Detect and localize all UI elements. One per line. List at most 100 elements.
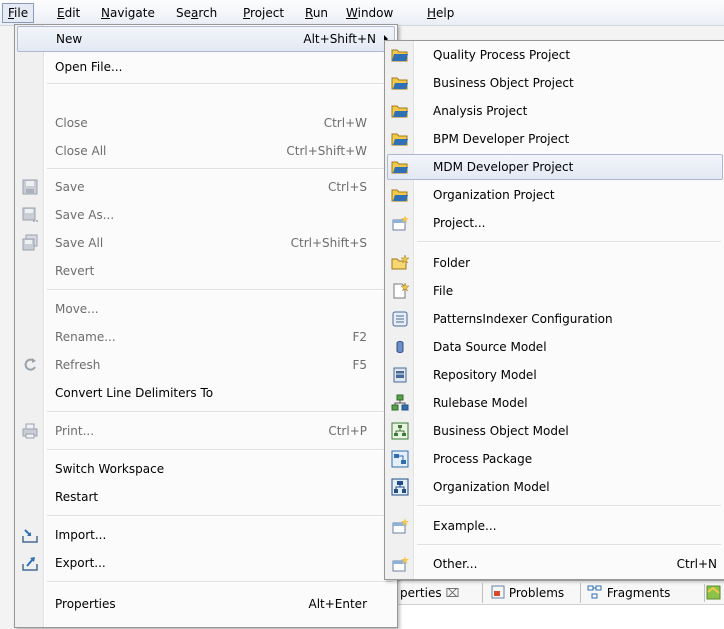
new-item-label: Data Source Model [433, 340, 547, 354]
new-item-patternsindexer-configuration[interactable]: PatternsIndexer Configuration [387, 306, 723, 332]
menu-item-export[interactable]: Export... [17, 550, 395, 576]
new-item-organization-model[interactable]: Organization Model [387, 474, 723, 500]
tab-fragments-label: Fragments [606, 586, 671, 600]
organization-model-icon [391, 478, 409, 496]
menu-window-label: indow [357, 6, 394, 20]
menu-edit-mnemonic: E [57, 6, 65, 20]
new-item-label: Analysis Project [433, 104, 528, 118]
tab-fragments[interactable]: Fragments [580, 583, 670, 603]
export-icon [22, 557, 38, 571]
menu-separator [47, 411, 393, 413]
new-item-rulebase-model[interactable]: Rulebase Model [387, 390, 723, 416]
menu-item-revert[interactable]: Revert [17, 258, 395, 284]
menu-item-save-all[interactable]: Save All Ctrl+Shift+S [17, 230, 395, 256]
menu-run-mnemonic: R [305, 6, 313, 20]
menu-window-mnemonic: W [346, 6, 358, 20]
save-all-icon [22, 234, 38, 251]
menu-help[interactable]: Help [422, 3, 459, 23]
menu-project[interactable]: Project [238, 3, 289, 23]
menu-item-switch-workspace-label: Switch Workspace [55, 462, 165, 476]
new-item-business-object-model[interactable]: Business Object Model [387, 418, 723, 444]
menu-item-rename-shortcut: F2 [352, 330, 367, 344]
menu-run[interactable]: Run [300, 3, 333, 23]
new-item-data-source-model[interactable]: Data Source Model [387, 334, 723, 360]
other-wizard-icon [392, 556, 409, 572]
menu-bar: File Edit Navigate Search Project Run Wi… [0, 0, 724, 26]
problems-icon [491, 585, 505, 599]
new-item-organization-project[interactable]: Organization Project [387, 182, 723, 208]
menu-project-label: roject [250, 6, 285, 20]
project-folder-icon [391, 161, 408, 174]
new-item-process-package[interactable]: Process Package [387, 446, 723, 472]
menu-item-save-as-label: Save As... [55, 208, 115, 222]
menu-item-convert-line-delimiters[interactable]: Convert Line Delimiters To [17, 380, 395, 406]
menu-window[interactable]: Window [341, 3, 398, 23]
menu-item-switch-workspace[interactable]: Switch Workspace [17, 456, 395, 482]
new-item-mdm-developer-project[interactable]: MDM Developer Project [387, 154, 723, 180]
new-item-repository-model[interactable]: Repository Model [387, 362, 723, 388]
tab-problems[interactable]: Problems [482, 583, 564, 603]
menu-item-open-file[interactable]: Open File... [17, 54, 395, 80]
rulebase-icon [391, 394, 409, 411]
menu-item-save-label: Save [55, 180, 85, 194]
menu-item-close-all-shortcut: Ctrl+Shift+W [286, 144, 367, 158]
menu-edit[interactable]: Edit [52, 3, 85, 23]
map-view-icon[interactable] [704, 584, 723, 602]
menu-item-new[interactable]: New Alt+Shift+N [17, 26, 395, 52]
process-package-icon [391, 450, 409, 468]
menu-item-move[interactable]: Move... [17, 296, 395, 322]
menu-item-rename-label: Rename... [55, 330, 116, 344]
save-as-icon [22, 207, 38, 222]
menu-item-properties-shortcut: Alt+Enter [308, 597, 367, 611]
new-item-quality-process-project[interactable]: Quality Process Project [387, 42, 723, 68]
menu-item-properties[interactable]: Properties Alt+Enter [17, 591, 395, 617]
menu-item-close-all-label: Close All [55, 144, 107, 158]
menu-item-save-as[interactable]: Save As... [17, 202, 395, 228]
new-item-label: MDM Developer Project [433, 160, 574, 174]
new-item-folder[interactable]: Folder [387, 250, 723, 276]
menu-navigate[interactable]: Navigate [96, 3, 160, 23]
menu-separator [47, 449, 393, 451]
menu-item-restart[interactable]: Restart [17, 484, 395, 510]
menu-separator [47, 581, 393, 583]
menu-item-print[interactable]: Print... Ctrl+P [17, 418, 395, 444]
configuration-icon [392, 311, 408, 327]
import-icon [22, 529, 38, 543]
menu-item-save-shortcut: Ctrl+S [327, 180, 367, 194]
new-item-label: Folder [433, 256, 471, 270]
menu-item-new-label: New [56, 32, 83, 46]
menu-search-label: rch [198, 6, 218, 20]
project-folder-icon [391, 133, 408, 146]
menu-item-close-all[interactable]: Close All Ctrl+Shift+W [17, 138, 395, 164]
menu-item-refresh[interactable]: Refresh F5 [17, 352, 395, 378]
new-item-bpm-developer-project[interactable]: BPM Developer Project [387, 126, 723, 152]
menu-item-import[interactable]: Import... [17, 522, 395, 548]
menu-item-save-all-shortcut: Ctrl+Shift+S [290, 236, 367, 250]
example-icon [392, 518, 409, 534]
menu-file[interactable]: File [2, 3, 35, 23]
new-item-other[interactable]: Other... Ctrl+N [387, 551, 723, 577]
new-item-business-object-project[interactable]: Business Object Project [387, 70, 723, 96]
new-item-analysis-project[interactable]: Analysis Project [387, 98, 723, 124]
new-item-file[interactable]: File [387, 278, 723, 304]
new-item-label: Process Package [433, 452, 533, 466]
menu-separator [47, 515, 393, 517]
new-item-label: Business Object Model [433, 424, 569, 438]
new-item-project[interactable]: Project... [387, 210, 723, 236]
menu-separator [47, 168, 393, 170]
close-tab-icon[interactable]: ⌧ [445, 586, 459, 600]
project-folder-icon [391, 77, 408, 90]
view-content-area [396, 604, 724, 629]
new-item-example[interactable]: Example... [387, 513, 723, 539]
new-item-label: Organization Model [433, 480, 550, 494]
menu-item-save[interactable]: Save Ctrl+S [17, 174, 395, 200]
new-item-label: Repository Model [433, 368, 537, 382]
refresh-icon [24, 358, 36, 371]
tab-properties[interactable]: perties ⌧ [400, 583, 459, 603]
menu-item-close-shortcut: Ctrl+W [323, 116, 367, 130]
menu-item-rename[interactable]: Rename... F2 [17, 324, 395, 350]
menu-search-prefix: Se [176, 6, 191, 20]
menu-item-close[interactable]: Close Ctrl+W [17, 110, 395, 136]
tab-properties-label: perties [400, 586, 442, 600]
menu-search[interactable]: Search [171, 3, 222, 23]
